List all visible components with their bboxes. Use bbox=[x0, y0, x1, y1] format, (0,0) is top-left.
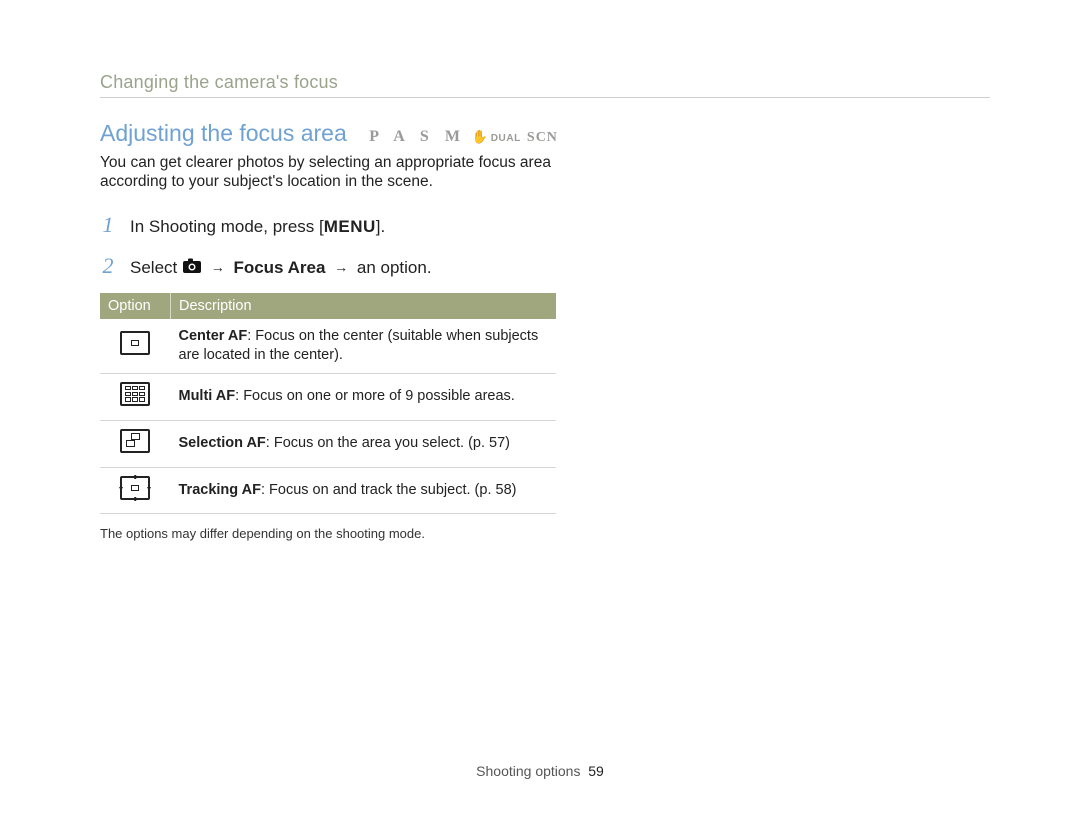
mode-indicator-row: P A S M ✋DUAL SCN bbox=[369, 128, 558, 146]
mode-letters: P A S M bbox=[369, 128, 466, 146]
focus-area-label: Focus Area bbox=[233, 258, 325, 277]
option-icon-cell bbox=[100, 373, 171, 420]
table-row: Tracking AF: Focus on and track the subj… bbox=[100, 467, 556, 514]
section-title: Adjusting the focus area bbox=[100, 120, 347, 147]
table-row: Multi AF: Focus on one or more of 9 poss… bbox=[100, 373, 556, 420]
option-icon-cell bbox=[100, 319, 171, 373]
mode-scn: SCN bbox=[527, 130, 558, 146]
camera-icon bbox=[182, 258, 202, 274]
arrow-icon: → bbox=[207, 258, 229, 277]
options-table: Option Description Center AF: Focus on t… bbox=[100, 293, 556, 514]
section-intro-text: You can get clearer photos by selecting … bbox=[100, 153, 570, 192]
tracking-af-icon bbox=[120, 476, 150, 500]
option-description: Multi AF: Focus on one or more of 9 poss… bbox=[171, 373, 557, 420]
option-description: Selection AF: Focus on the area you sele… bbox=[171, 420, 557, 467]
option-description: Center AF: Focus on the center (suitable… bbox=[171, 319, 557, 373]
step-2: 2 Select → Focus Area → an option. bbox=[100, 251, 620, 281]
table-head-description: Description bbox=[171, 293, 557, 319]
step-number: 2 bbox=[100, 251, 116, 281]
mode-dual: ✋DUAL bbox=[472, 129, 521, 145]
selection-af-icon bbox=[120, 429, 150, 453]
option-icon-cell bbox=[100, 467, 171, 514]
manual-page: Changing the camera's focus Adjusting th… bbox=[0, 0, 1080, 815]
arrow-icon: → bbox=[330, 258, 352, 277]
footer-section-label: Shooting options bbox=[476, 763, 580, 779]
breadcrumb: Changing the camera's focus bbox=[100, 72, 990, 93]
menu-key-label: MENU bbox=[324, 217, 376, 236]
step-number: 1 bbox=[100, 210, 116, 240]
table-row: Center AF: Focus on the center (suitable… bbox=[100, 319, 556, 373]
table-row: Selection AF: Focus on the area you sele… bbox=[100, 420, 556, 467]
section-header: Adjusting the focus area P A S M ✋DUAL S… bbox=[100, 120, 990, 147]
option-description: Tracking AF: Focus on and track the subj… bbox=[171, 467, 557, 514]
step-body: Select → Focus Area → an option. bbox=[130, 257, 620, 280]
page-number: 59 bbox=[588, 763, 604, 779]
page-footer: Shooting options 59 bbox=[0, 763, 1080, 779]
step-body: In Shooting mode, press [MENU]. bbox=[130, 216, 620, 239]
table-head-option: Option bbox=[100, 293, 171, 319]
hand-icon: ✋ bbox=[472, 129, 489, 144]
step-1: 1 In Shooting mode, press [MENU]. bbox=[100, 210, 620, 240]
center-af-icon bbox=[120, 331, 150, 355]
divider bbox=[100, 97, 990, 98]
multi-af-icon bbox=[120, 382, 150, 406]
footnote-text: The options may differ depending on the … bbox=[100, 526, 560, 541]
option-icon-cell bbox=[100, 420, 171, 467]
steps-list: 1 In Shooting mode, press [MENU]. 2 Sele… bbox=[100, 210, 620, 281]
